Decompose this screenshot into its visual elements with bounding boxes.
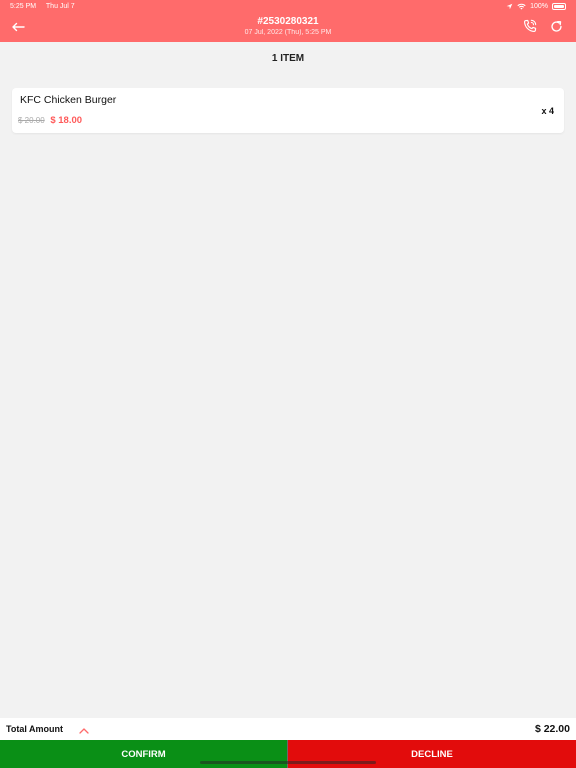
status-time: 5:25 PM [10,3,37,10]
home-indicator [200,761,376,764]
status-date: Thu Jul 7 [45,3,75,10]
item-price: $ 18.00 [50,115,83,126]
order-number: #2530280321 [257,16,319,27]
phone-icon [524,19,537,32]
item-name: KFC Chicken Burger [20,94,117,106]
order-title: #2530280321 07 Jul, 2022 (Thu), 5:25 PM [0,16,576,38]
order-item-card[interactable]: KFC Chicken Burger $ 20.00 $ 18.00 x 4 [12,88,564,133]
item-prices: $ 20.00 $ 18.00 [18,115,82,126]
item-quantity: x 4 [541,106,554,116]
chevron-up-icon [79,728,89,734]
order-date: 07 Jul, 2022 (Thu), 5:25 PM [244,29,332,36]
location-icon [506,3,513,10]
status-left: 5:25 PM Thu Jul 7 [10,3,83,10]
header-actions [522,18,564,34]
total-bar: Total Amount $ 22.00 [0,718,576,740]
refresh-button[interactable] [548,18,564,34]
battery-percent: 100% [530,3,548,10]
app-header: 5:25 PM Thu Jul 7 100% #2530280321 07 Ju… [0,0,576,42]
total-expand-button[interactable] [78,723,90,734]
refresh-icon [550,20,562,32]
item-original-price: $ 20.00 [18,116,45,125]
wifi-icon [517,3,526,10]
items-count-title: 1 ITEM [271,53,305,64]
status-bar: 5:25 PM Thu Jul 7 100% [0,0,576,14]
status-right: 100% [506,3,566,10]
total-label: Total Amount [6,724,63,734]
total-value: $ 22.00 [534,723,570,735]
call-button[interactable] [522,18,538,34]
battery-icon [552,3,566,10]
